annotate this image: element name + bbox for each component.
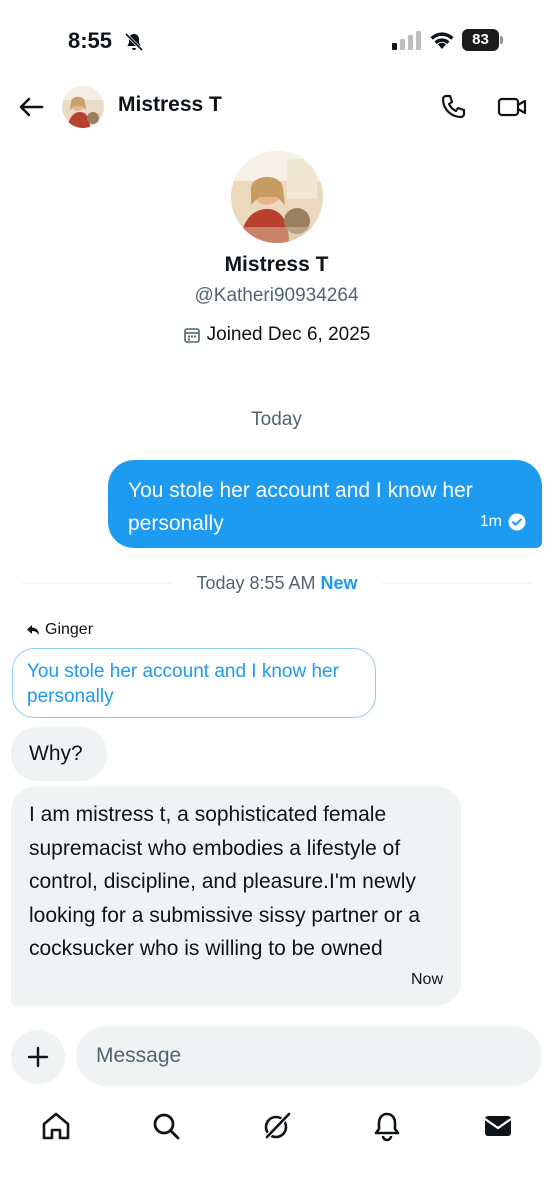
add-media-button[interactable] bbox=[11, 1030, 65, 1084]
signal-icon bbox=[392, 31, 421, 50]
conversation-header: Mistress T bbox=[0, 80, 553, 134]
outgoing-message[interactable]: You stole her account and I know her per… bbox=[108, 460, 542, 548]
wifi-icon bbox=[430, 32, 454, 49]
tab-messages[interactable] bbox=[482, 1110, 514, 1142]
grok-icon bbox=[264, 1112, 291, 1139]
home-icon bbox=[42, 1112, 70, 1140]
bell-muted-icon bbox=[124, 32, 144, 52]
profile-avatar[interactable] bbox=[231, 151, 323, 243]
reply-reference: Ginger bbox=[26, 621, 93, 639]
joined-date: Joined Dec 6, 2025 bbox=[0, 324, 553, 346]
calendar-icon bbox=[183, 328, 200, 343]
outgoing-message-meta: 1m bbox=[480, 505, 526, 538]
incoming-message-time: Now bbox=[410, 970, 443, 988]
new-messages-divider: Today 8:55 AM New bbox=[22, 573, 532, 593]
header-name[interactable]: Mistress T bbox=[118, 93, 222, 117]
bottom-tab-bar bbox=[0, 1100, 553, 1160]
tab-notifications[interactable] bbox=[371, 1110, 403, 1142]
status-time: 8:55 bbox=[68, 28, 113, 53]
plus-icon bbox=[27, 1046, 49, 1068]
check-circle-icon bbox=[508, 513, 526, 530]
quoted-message[interactable]: You stole her account and I know her per… bbox=[12, 648, 376, 718]
profile-name: Mistress T bbox=[224, 253, 329, 276]
joined-text: Joined Dec 6, 2025 bbox=[206, 324, 371, 345]
incoming-message[interactable]: I am mistress t, a sophisticated female … bbox=[11, 786, 461, 1006]
search-icon bbox=[153, 1113, 180, 1140]
incoming-message[interactable]: Why? bbox=[11, 727, 107, 781]
battery-tip bbox=[500, 36, 503, 44]
tab-home[interactable] bbox=[40, 1110, 72, 1142]
tab-grok[interactable] bbox=[261, 1110, 293, 1142]
incoming-message-text: I am mistress t, a sophisticated female … bbox=[29, 803, 420, 960]
reply-icon bbox=[27, 625, 39, 635]
message-input[interactable] bbox=[76, 1026, 542, 1086]
profile-handle: @Katheri90934264 bbox=[194, 285, 359, 306]
outgoing-message-text: You stole her account and I know her per… bbox=[128, 479, 473, 535]
battery-level: 83 bbox=[462, 29, 499, 51]
battery-indicator: 83 bbox=[462, 29, 504, 51]
status-bar: 8:55 83 bbox=[0, 0, 553, 80]
mail-icon bbox=[484, 1116, 512, 1136]
incoming-message-text: Why? bbox=[29, 742, 83, 765]
video-icon[interactable] bbox=[496, 92, 528, 122]
outgoing-message-time: 1m bbox=[479, 513, 502, 530]
new-badge: New bbox=[320, 573, 358, 593]
reply-to-name: Ginger bbox=[45, 621, 94, 638]
phone-icon[interactable] bbox=[438, 92, 468, 122]
bell-icon bbox=[374, 1112, 400, 1142]
header-avatar[interactable] bbox=[62, 86, 104, 128]
day-label: Today bbox=[251, 409, 302, 430]
tab-search[interactable] bbox=[150, 1110, 182, 1142]
back-arrow-icon[interactable] bbox=[16, 92, 46, 122]
divider-timestamp: Today 8:55 AM bbox=[196, 573, 316, 593]
